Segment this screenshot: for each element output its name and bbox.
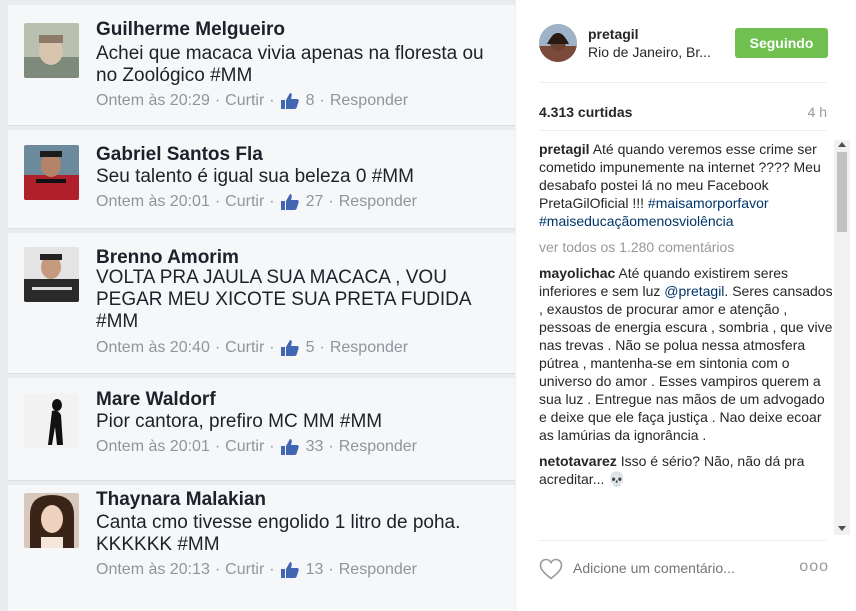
- comments-list: pretagil Até quando veremos esse crime s…: [539, 140, 833, 535]
- post-actions: ooo: [539, 558, 833, 582]
- avatar[interactable]: [24, 145, 79, 200]
- comment-meta: Ontem às 20:29 · Curtir · 8 · Responder: [96, 92, 408, 110]
- divider: [539, 82, 827, 83]
- comment-text: VOLTA PRA JAULA SUA MACACA , VOU PEGAR M…: [96, 267, 471, 332]
- comment-username[interactable]: netotavarez: [539, 453, 617, 469]
- commenter-name[interactable]: Gabriel Santos Fla: [96, 144, 263, 166]
- like-count[interactable]: 27: [306, 193, 324, 211]
- reply-link[interactable]: Responder: [330, 92, 408, 110]
- separator: ·: [328, 193, 334, 210]
- instagram-post-panel: pretagil Rio de Janeiro, Br... Seguindo …: [515, 0, 856, 611]
- like-link[interactable]: Curtir: [225, 339, 264, 357]
- hashtag-link[interactable]: #maisamorporfavor: [648, 195, 769, 211]
- comment-username[interactable]: mayolichac: [539, 265, 615, 281]
- comment-time[interactable]: Ontem às 20:01: [96, 438, 210, 456]
- post-username[interactable]: pretagil: [588, 26, 639, 42]
- like-count[interactable]: 13: [306, 561, 324, 579]
- comment-card: Gabriel Santos Fla Seu talento é igual s…: [8, 130, 515, 229]
- mention-link[interactable]: @pretagil: [664, 283, 724, 299]
- divider: [539, 540, 827, 541]
- thumbs-up-icon: [280, 92, 300, 110]
- comment-text: Canta cmo tivesse engolido 1 litro de po…: [96, 512, 461, 555]
- commenter-name[interactable]: Guilherme Melgueiro: [96, 19, 285, 41]
- comment-time[interactable]: Ontem às 20:29: [96, 92, 210, 110]
- separator: ·: [214, 339, 221, 356]
- comment-text: . Seres cansados , exaustos de procurar …: [539, 283, 833, 443]
- separator: ·: [269, 92, 275, 109]
- heart-icon[interactable]: [539, 558, 563, 580]
- scroll-down-arrow-icon[interactable]: [838, 526, 846, 531]
- separator: ·: [214, 561, 221, 578]
- add-comment-input[interactable]: [573, 560, 773, 576]
- comment-meta: Ontem às 20:13 · Curtir · 13 · Responder: [96, 561, 417, 579]
- avatar[interactable]: [24, 23, 79, 78]
- separator: ·: [214, 193, 221, 210]
- separator: ·: [319, 339, 325, 356]
- reply-link[interactable]: Responder: [339, 438, 417, 456]
- like-count[interactable]: 5: [306, 339, 315, 357]
- separator: ·: [214, 438, 221, 455]
- more-options-icon[interactable]: ooo: [799, 558, 829, 576]
- avatar[interactable]: [539, 24, 577, 62]
- like-link[interactable]: Curtir: [225, 193, 264, 211]
- like-count[interactable]: 33: [306, 438, 324, 456]
- comment-meta: Ontem às 20:01 · Curtir · 33 · Responder: [96, 438, 417, 456]
- scroll-up-arrow-icon[interactable]: [838, 142, 846, 147]
- reply-link[interactable]: Responder: [339, 193, 417, 211]
- facebook-comments-panel: Guilherme Melgueiro Achei que macaca viv…: [0, 0, 515, 611]
- comment-card: Thaynara Malakian Canta cmo tivesse engo…: [8, 485, 515, 611]
- following-button[interactable]: Seguindo: [735, 28, 828, 58]
- comment-meta: Ontem às 20:01 · Curtir · 27 · Responder: [96, 193, 417, 211]
- hashtag-link[interactable]: #maiseducaçãomenosviolência: [539, 213, 734, 229]
- avatar[interactable]: [24, 393, 79, 448]
- comment-text: Seu talento é igual sua beleza 0 #MM: [96, 166, 414, 187]
- thumbs-up-icon: [280, 561, 300, 579]
- list-item: mayolichac Até quando existirem seres in…: [539, 264, 833, 444]
- reply-link[interactable]: Responder: [330, 339, 408, 357]
- comment-meta: Ontem às 20:40 · Curtir · 5 · Responder: [96, 339, 408, 357]
- thumbs-up-icon: [280, 193, 300, 211]
- like-link[interactable]: Curtir: [225, 438, 264, 456]
- view-all-comments-link[interactable]: ver todos os 1.280 comentários: [539, 238, 833, 256]
- comment-time[interactable]: Ontem às 20:40: [96, 339, 210, 357]
- separator: ·: [269, 561, 275, 578]
- likes-count[interactable]: 4.313 curtidas: [539, 104, 632, 120]
- post-caption: pretagil Até quando veremos esse crime s…: [539, 140, 833, 230]
- comment-text: Achei que macaca vivia apenas na florest…: [96, 43, 484, 86]
- comment-time[interactable]: Ontem às 20:01: [96, 193, 210, 211]
- commenter-name[interactable]: Brenno Amorim: [96, 247, 239, 269]
- post-location[interactable]: Rio de Janeiro, Br...: [588, 44, 711, 60]
- separator: ·: [269, 438, 275, 455]
- comment-text: Pior cantora, prefiro MC MM #MM: [96, 411, 383, 432]
- separator: ·: [269, 339, 275, 356]
- comments-scrollbar[interactable]: [834, 140, 850, 535]
- avatar[interactable]: [24, 247, 79, 302]
- separator: ·: [328, 438, 334, 455]
- comment-card: Mare Waldorf Pior cantora, prefiro MC MM…: [8, 378, 515, 481]
- divider: [539, 130, 827, 131]
- comment-card: Brenno Amorim VOLTA PRA JAULA SUA MACACA…: [8, 233, 515, 374]
- like-link[interactable]: Curtir: [225, 92, 264, 110]
- reply-link[interactable]: Responder: [339, 561, 417, 579]
- separator: ·: [269, 193, 275, 210]
- avatar[interactable]: [24, 493, 79, 548]
- list-item: netotavarez Isso é sério? Não, não dá pr…: [539, 452, 833, 488]
- thumbs-up-icon: [280, 438, 300, 456]
- like-count[interactable]: 8: [306, 92, 315, 110]
- post-age[interactable]: 4 h: [808, 104, 827, 120]
- separator: ·: [214, 92, 221, 109]
- comment-time[interactable]: Ontem às 20:13: [96, 561, 210, 579]
- scroll-thumb[interactable]: [837, 152, 847, 232]
- separator: ·: [328, 561, 334, 578]
- comment-card: Guilherme Melgueiro Achei que macaca viv…: [8, 5, 515, 126]
- caption-username[interactable]: pretagil: [539, 141, 590, 157]
- separator: ·: [319, 92, 325, 109]
- commenter-name[interactable]: Mare Waldorf: [96, 389, 216, 411]
- commenter-name[interactable]: Thaynara Malakian: [96, 489, 266, 511]
- post-header: pretagil Rio de Janeiro, Br... Seguindo: [516, 0, 856, 82]
- like-link[interactable]: Curtir: [225, 561, 264, 579]
- thumbs-up-icon: [280, 339, 300, 357]
